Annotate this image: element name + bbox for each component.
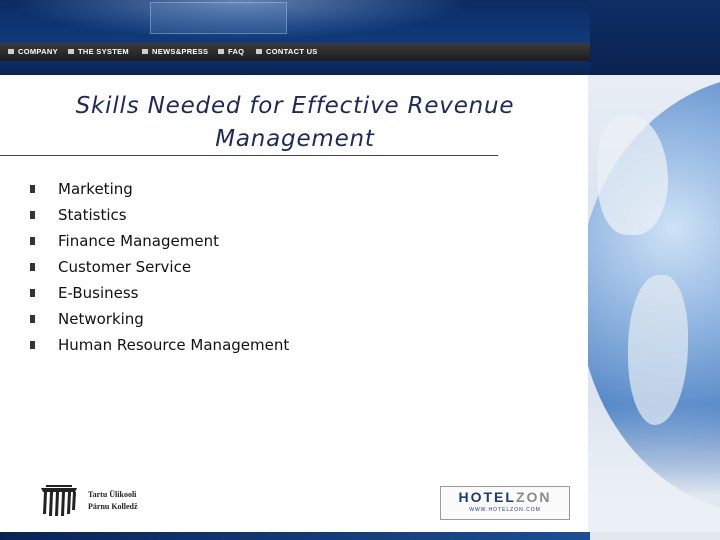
square-bullet-icon (142, 48, 148, 54)
square-bullet-icon (256, 48, 262, 54)
square-bullet-icon (218, 48, 224, 54)
list-item: E-Business (30, 280, 289, 306)
nav-item-company[interactable]: COMPANY (8, 43, 58, 61)
nav-label: NEWS&PRESS (152, 47, 209, 56)
nav-item-the-system[interactable]: THE SYSTEM (68, 43, 129, 61)
slide-title-line2: Management (215, 126, 375, 152)
list-item-text: Marketing (58, 180, 133, 198)
list-item: Marketing (30, 176, 289, 202)
list-item-text: E-Business (58, 284, 139, 302)
list-item: Finance Management (30, 228, 289, 254)
list-item-text: Customer Service (58, 258, 192, 276)
list-item: Customer Service (30, 254, 289, 280)
bullet-icon (30, 237, 35, 245)
list-item: Networking (30, 306, 289, 332)
university-logo-text: Tartu Ülikooli Pärnu Kolledž (88, 489, 138, 513)
list-item-text: Networking (58, 310, 144, 328)
list-item-text: Statistics (58, 206, 127, 224)
globe-image (588, 75, 720, 535)
hotelzon-logo-name: HOTELZON (441, 489, 569, 505)
slide-title-line1: Skills Needed for Effective Revenue (75, 93, 515, 119)
title-underline (0, 155, 498, 156)
university-logo-line1: Tartu Ülikooli (88, 490, 137, 499)
nav-label: COMPANY (18, 47, 58, 56)
square-bullet-icon (68, 48, 74, 54)
hotelzon-logo-part1: HOTEL (458, 489, 516, 505)
header-right-panel (590, 0, 720, 75)
hotelzon-logo-url: WWW.HOTELZON.COM (469, 507, 541, 513)
header-panel-decoration (150, 2, 287, 34)
nav-item-news-press[interactable]: NEWS&PRESS (142, 43, 208, 61)
nav-item-faq[interactable]: FAQ (218, 43, 244, 61)
bullet-icon (30, 341, 35, 349)
bullet-icon (30, 315, 35, 323)
list-item-text: Finance Management (58, 232, 219, 250)
hotelzon-logo: HOTELZON WWW.HOTELZON.COM (440, 486, 570, 520)
footer-bar-right (590, 532, 720, 540)
slide-title: Skills Needed for Effective Revenue Mana… (40, 90, 550, 156)
nav-label: CONTACT US (266, 47, 318, 56)
bullet-icon (30, 185, 35, 193)
header-banner: COMPANY THE SYSTEM NEWS&PRESS FAQ CONTAC… (0, 0, 720, 75)
nav-label: FAQ (228, 47, 245, 56)
bullet-icon (30, 211, 35, 219)
nav-label: THE SYSTEM (78, 47, 129, 56)
university-logo-line2: Pärnu Kolledž (88, 502, 138, 511)
list-item-text: Human Resource Management (58, 336, 290, 354)
nav-item-contact-us[interactable]: CONTACT US (256, 43, 318, 61)
skills-list: Marketing Statistics Finance Management … (30, 176, 289, 358)
hotelzon-logo-part2: ZON (515, 489, 552, 505)
square-bullet-icon (8, 48, 14, 54)
bullet-icon (30, 263, 35, 271)
top-nav-bar: COMPANY THE SYSTEM NEWS&PRESS FAQ CONTAC… (0, 43, 590, 61)
university-logo-icon (41, 485, 77, 516)
bullet-icon (30, 289, 35, 297)
footer-bar (0, 532, 590, 540)
globe-fade (588, 405, 720, 535)
list-item: Statistics (30, 202, 289, 228)
list-item: Human Resource Management (30, 332, 289, 358)
